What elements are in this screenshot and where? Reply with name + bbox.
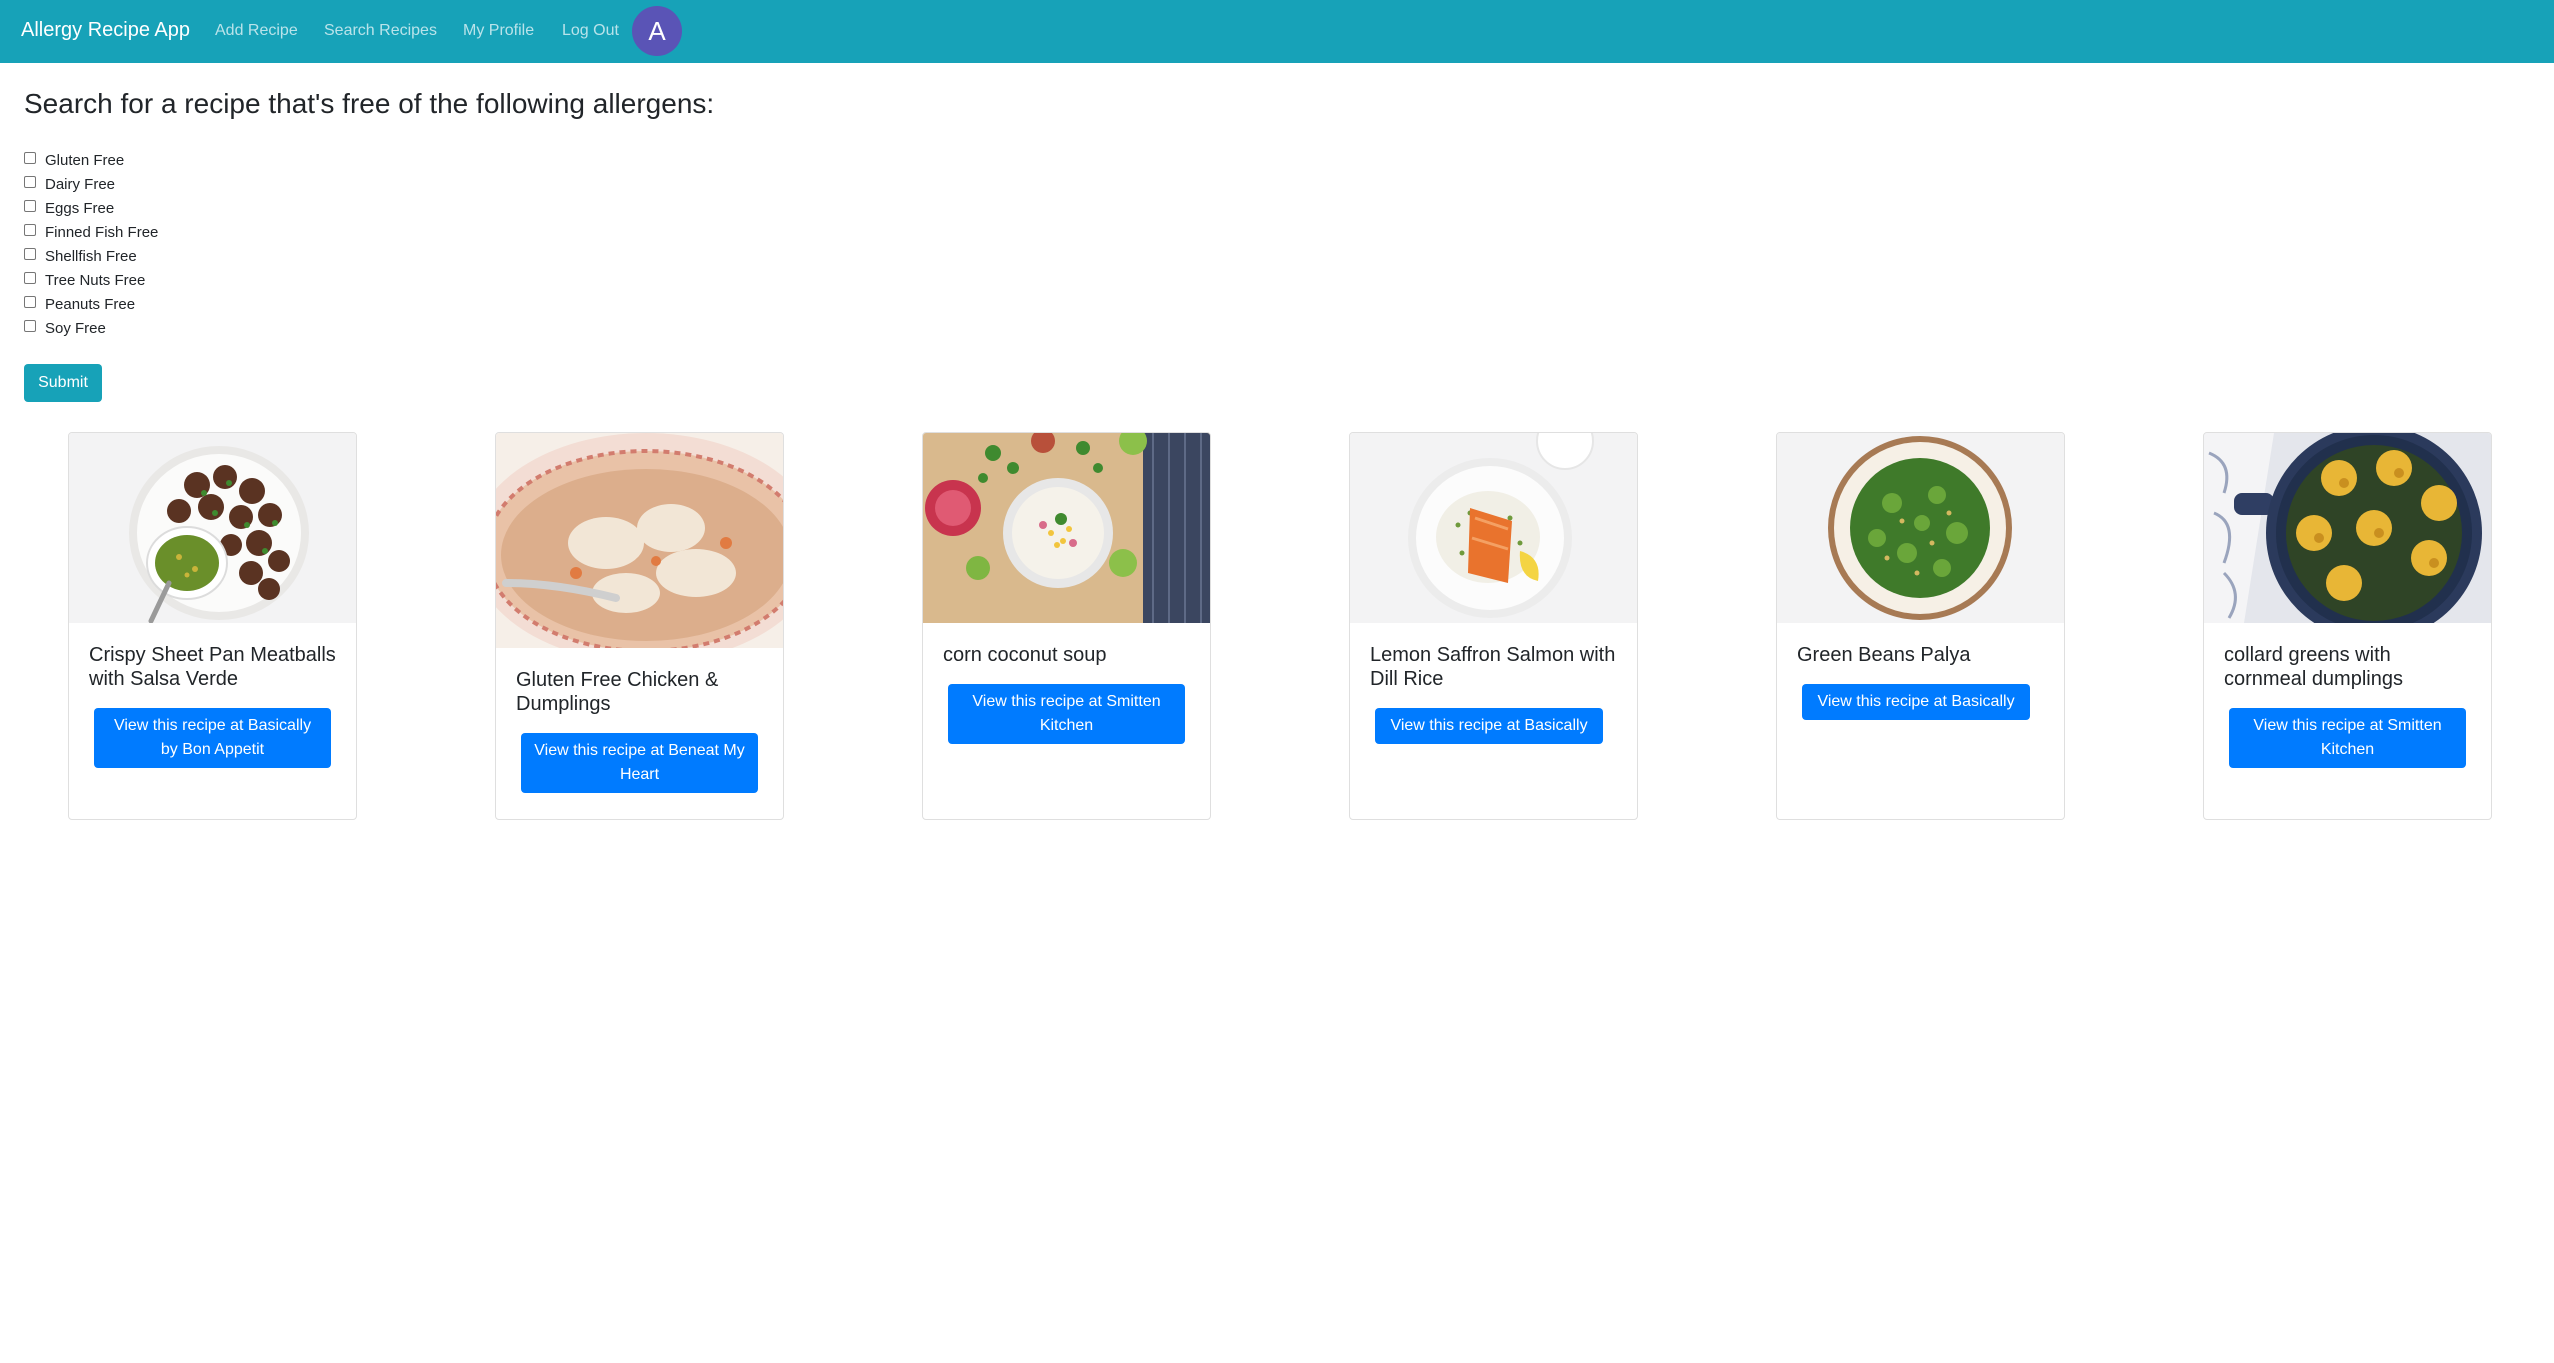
recipe-image	[2204, 433, 2491, 623]
view-recipe-button[interactable]: View this recipe at Smitten Kitchen	[948, 684, 1185, 744]
recipe-card: Crispy Sheet Pan Meatballs with Salsa Ve…	[68, 432, 357, 820]
allergen-option-gluten[interactable]: Gluten Free	[24, 148, 158, 172]
view-recipe-button[interactable]: View this recipe at Smitten Kitchen	[2229, 708, 2466, 768]
recipe-title: Green Beans Palya	[1797, 644, 1971, 666]
recipe-card: corn coconut soup View this recipe at Sm…	[922, 432, 1211, 820]
recipe-card: collard greens with cornmeal dumplings V…	[2203, 432, 2492, 820]
recipe-image	[496, 433, 783, 648]
nav-link-log-out[interactable]: Log Out	[562, 0, 619, 63]
recipe-title: Gluten Free Chicken & Dumplings	[516, 669, 719, 715]
checkbox[interactable]	[24, 176, 36, 188]
nav-link-search-recipes[interactable]: Search Recipes	[324, 0, 437, 63]
allergen-option-shellfish[interactable]: Shellfish Free	[24, 244, 158, 268]
recipe-image	[923, 433, 1210, 623]
recipe-card: Lemon Saffron Salmon with Dill Rice View…	[1349, 432, 1638, 820]
view-recipe-button[interactable]: View this recipe at Beneat My Heart	[521, 733, 758, 793]
recipe-title: collard greens with cornmeal dumplings	[2224, 644, 2403, 690]
submit-button[interactable]: Submit	[24, 364, 102, 402]
user-avatar[interactable]: A	[632, 6, 682, 56]
allergen-checkbox-list: Gluten Free Dairy Free Eggs Free Finned …	[24, 148, 158, 340]
allergen-option-peanuts[interactable]: Peanuts Free	[24, 292, 158, 316]
allergen-label: Peanuts Free	[45, 295, 136, 313]
recipe-title: corn coconut soup	[943, 644, 1107, 666]
view-recipe-button[interactable]: View this recipe at Basically by Bon App…	[94, 708, 331, 768]
nav-link-my-profile[interactable]: My Profile	[463, 0, 534, 63]
checkbox[interactable]	[24, 272, 36, 284]
checkbox[interactable]	[24, 152, 36, 164]
allergen-label: Shellfish Free	[45, 247, 137, 265]
allergen-label: Dairy Free	[45, 175, 116, 193]
allergen-label: Finned Fish Free	[45, 223, 159, 241]
navbar: Allergy Recipe App Add Recipe Search Rec…	[0, 0, 2554, 63]
allergen-label: Tree Nuts Free	[45, 271, 146, 289]
search-heading: Search for a recipe that's free of the f…	[24, 88, 715, 119]
checkbox[interactable]	[24, 320, 36, 332]
recipe-image	[69, 433, 356, 623]
checkbox[interactable]	[24, 224, 36, 236]
allergen-option-eggs[interactable]: Eggs Free	[24, 196, 158, 220]
allergen-option-dairy[interactable]: Dairy Free	[24, 172, 158, 196]
brand-logo-link[interactable]: Allergy Recipe App	[21, 0, 190, 63]
allergen-label: Gluten Free	[45, 151, 125, 169]
view-recipe-button[interactable]: View this recipe at Basically	[1375, 708, 1603, 744]
view-recipe-button[interactable]: View this recipe at Basically	[1802, 684, 2030, 720]
allergen-option-soy[interactable]: Soy Free	[24, 316, 158, 340]
allergen-label: Eggs Free	[45, 199, 115, 217]
allergen-option-finned-fish[interactable]: Finned Fish Free	[24, 220, 158, 244]
nav-link-add-recipe[interactable]: Add Recipe	[215, 0, 298, 63]
recipe-image	[1350, 433, 1637, 623]
checkbox[interactable]	[24, 200, 36, 212]
checkbox[interactable]	[24, 248, 36, 260]
recipe-image	[1777, 433, 2064, 623]
recipe-title: Crispy Sheet Pan Meatballs with Salsa Ve…	[89, 644, 336, 690]
recipe-card-grid: Crispy Sheet Pan Meatballs with Salsa Ve…	[0, 432, 2554, 820]
checkbox[interactable]	[24, 296, 36, 308]
recipe-card: Green Beans Palya View this recipe at Ba…	[1776, 432, 2065, 820]
allergen-label: Soy Free	[45, 319, 106, 337]
allergen-option-tree-nuts[interactable]: Tree Nuts Free	[24, 268, 158, 292]
recipe-title: Lemon Saffron Salmon with Dill Rice	[1370, 644, 1616, 690]
recipe-card: Gluten Free Chicken & Dumplings View thi…	[495, 432, 784, 820]
